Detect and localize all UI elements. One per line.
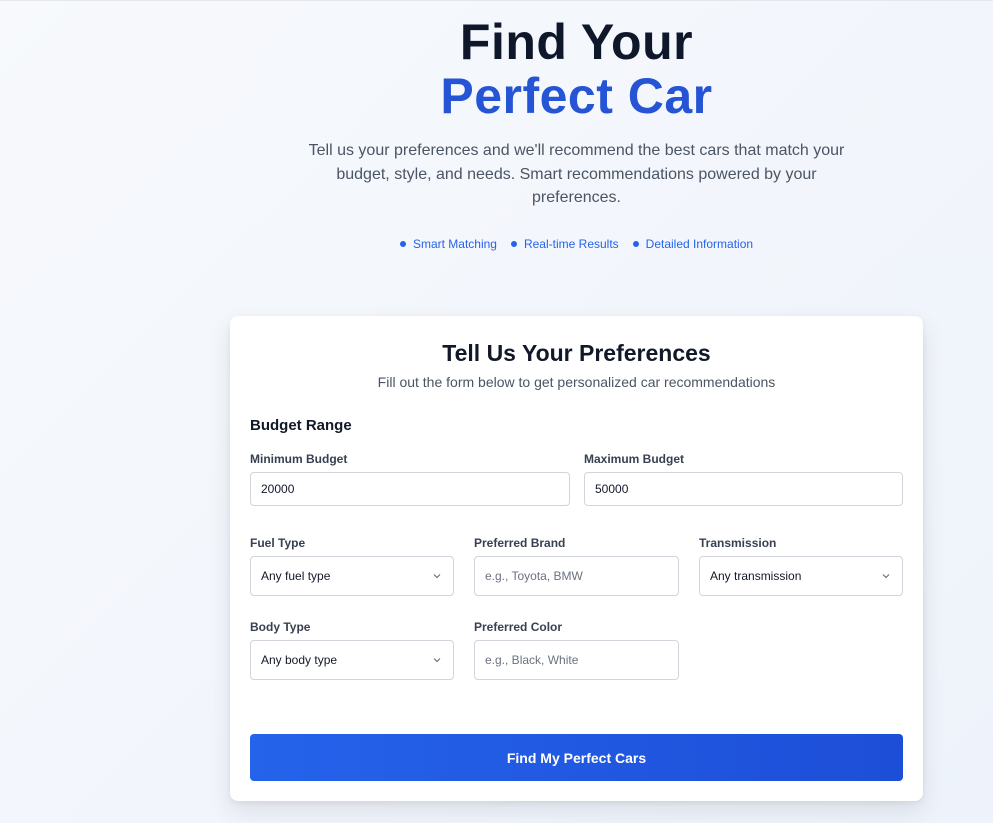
feature-label: Smart Matching <box>412 236 497 251</box>
transmission-select[interactable]: Any transmission <box>699 556 903 596</box>
hero-section: Find Your Perfect Car Tell us your prefe… <box>0 14 993 251</box>
feature-item: Real-time Results <box>510 236 619 251</box>
chevron-down-icon <box>433 574 441 579</box>
form-subtitle: Fill out the form below to get personali… <box>377 374 776 390</box>
brand-label: Preferred Brand <box>474 536 566 550</box>
hero-title-line1: Find Your <box>459 14 694 70</box>
fuel-type-field-group: Fuel Type Any fuel type <box>250 536 454 596</box>
brand-field-group: Preferred Brand e.g., Toyota, BMW <box>474 536 679 596</box>
fuel-type-select[interactable]: Any fuel type <box>250 556 454 596</box>
max-budget-input[interactable]: 50000 <box>584 472 903 506</box>
feature-item: Smart Matching <box>399 236 497 251</box>
top-divider <box>0 0 993 4</box>
dot-icon <box>632 240 639 247</box>
feature-label: Detailed Information <box>645 236 754 251</box>
form-title: Tell Us Your Preferences <box>442 340 711 366</box>
preferences-row-2: Body Type Any body type Preferred Color … <box>250 620 903 680</box>
min-budget-field-group: Minimum Budget 20000 <box>250 452 570 506</box>
brand-input[interactable]: e.g., Toyota, BMW <box>474 556 679 596</box>
body-type-field-group: Body Type Any body type <box>250 620 454 680</box>
preferences-row-1: Fuel Type Any fuel type Preferred Brand … <box>250 536 903 596</box>
hero-subtitle: Tell us your preferences and we'll recom… <box>308 142 845 206</box>
feature-list: Smart Matching Real-time Results Detaile… <box>0 237 993 251</box>
body-type-value: Any body type <box>261 653 338 667</box>
fuel-type-value: Any fuel type <box>261 569 331 583</box>
min-budget-input[interactable]: 20000 <box>250 472 570 506</box>
budget-row: Minimum Budget 20000 Maximum Budget 5000… <box>250 452 903 506</box>
color-input[interactable]: e.g., Black, White <box>474 640 679 680</box>
fuel-type-label: Fuel Type <box>250 536 306 550</box>
color-field-group: Preferred Color e.g., Black, White <box>474 620 679 680</box>
dot-icon <box>510 240 517 247</box>
dot-icon <box>399 240 406 247</box>
max-budget-field-group: Maximum Budget 50000 <box>584 452 903 506</box>
feature-item: Detailed Information <box>632 236 754 251</box>
chevron-down-icon <box>882 574 890 579</box>
budget-section-title: Budget Range <box>250 417 352 434</box>
find-cars-button[interactable]: Find My Perfect Cars <box>250 734 903 781</box>
hero-title-line2: Perfect Car <box>440 68 713 124</box>
body-type-label: Body Type <box>250 620 311 634</box>
max-budget-label: Maximum Budget <box>584 452 685 466</box>
color-label: Preferred Color <box>474 620 563 634</box>
preferences-card: Tell Us Your Preferences Fill out the fo… <box>230 316 923 801</box>
min-budget-label: Minimum Budget <box>250 452 348 466</box>
transmission-field-group: Transmission Any transmission <box>699 536 903 596</box>
transmission-value: Any transmission <box>710 569 802 583</box>
feature-label: Real-time Results <box>523 236 619 251</box>
body-type-select[interactable]: Any body type <box>250 640 454 680</box>
chevron-down-icon <box>433 658 441 663</box>
transmission-label: Transmission <box>699 536 777 550</box>
